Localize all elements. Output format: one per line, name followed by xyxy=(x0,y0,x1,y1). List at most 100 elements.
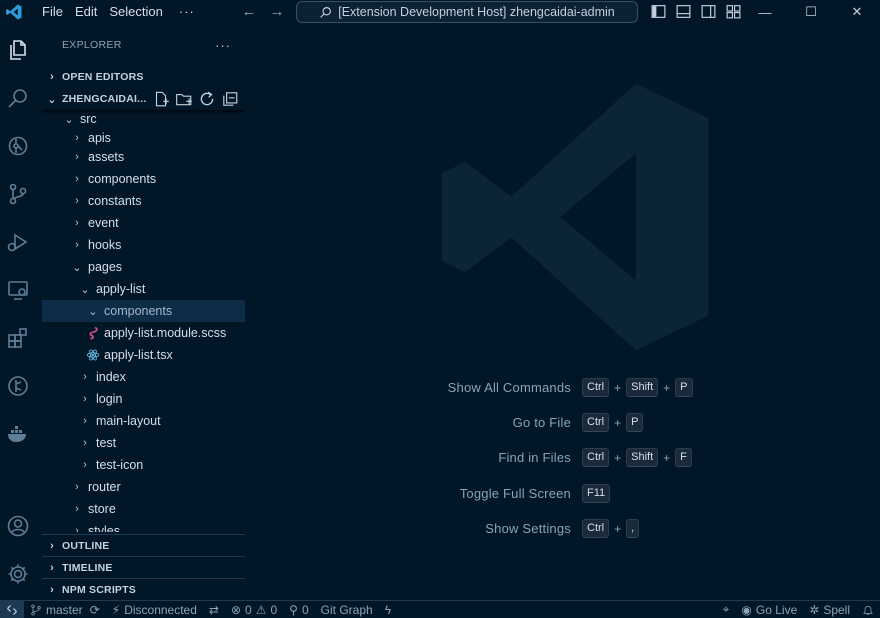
broadcast-icon: ◉ xyxy=(741,602,752,617)
spell-gear-icon: ✲ xyxy=(809,602,820,617)
shortcut-hint[interactable]: Toggle Full Screen F11 xyxy=(245,484,880,504)
toggle-panel-icon[interactable] xyxy=(675,3,692,20)
problems-item[interactable]: ⊗ 0 ⚠ 0 xyxy=(225,603,283,617)
collapse-all-icon[interactable] xyxy=(221,90,239,108)
notifications-item[interactable] xyxy=(856,604,880,616)
tree-item[interactable]: › components xyxy=(42,168,245,190)
tree-item-label: components xyxy=(104,304,173,318)
tree-item-label: store xyxy=(88,502,116,516)
go-live-item[interactable]: ◉ Go Live xyxy=(735,603,803,617)
remote-indicator-icon[interactable] xyxy=(0,600,24,618)
search-icon[interactable] xyxy=(4,84,32,112)
chevron-right-icon: › xyxy=(50,540,54,552)
open-editors-label: OPEN EDITORS xyxy=(62,71,144,83)
tree-item-label: apis xyxy=(88,131,111,145)
command-center-search[interactable]: [Extension Development Host] zhengcaidai… xyxy=(296,1,638,23)
keycap: Shift xyxy=(626,448,659,467)
tree-item[interactable]: › index xyxy=(42,366,245,388)
sync-icon[interactable]: ⟳ xyxy=(90,603,100,617)
chevron-right-icon: › xyxy=(75,503,79,515)
tree-item-label: assets xyxy=(88,150,125,164)
tree-item[interactable]: › store xyxy=(42,498,245,520)
tree-item[interactable]: › main-layout xyxy=(42,410,245,432)
forward-arrow-icon[interactable]: → xyxy=(268,3,286,20)
source-control-icon[interactable] xyxy=(4,180,32,208)
chevron-right-icon: › xyxy=(50,71,54,83)
react-file-icon xyxy=(86,348,100,362)
tree-item[interactable]: apply-list.module.scss xyxy=(42,322,245,344)
project-actions xyxy=(152,90,245,108)
tree-item-label: test xyxy=(96,436,117,450)
remote-explorer-icon[interactable] xyxy=(4,276,32,304)
account-icon[interactable] xyxy=(4,512,32,540)
open-editors-section[interactable]: › OPEN EDITORS xyxy=(42,66,245,88)
shortcut-hint[interactable]: Show All Commands Ctrl + Shift + P xyxy=(245,378,880,398)
tree-item[interactable]: ⌄ pages xyxy=(42,256,245,278)
tree-item[interactable]: › test xyxy=(42,432,245,454)
tree-item[interactable]: › styles xyxy=(42,520,245,532)
chevron-down-icon: ⌄ xyxy=(72,261,82,274)
project-section[interactable]: ⌄ ZHENGCAIDAI... xyxy=(42,88,245,110)
status-right: ⌖ ◉ Go Live ✲ Spell xyxy=(717,602,880,617)
npm-scripts-section[interactable]: › NPM SCRIPTS xyxy=(42,578,245,601)
tree-item[interactable]: › assets xyxy=(42,146,245,168)
tree-item[interactable]: ⌄ apply-list xyxy=(42,278,245,300)
live-share-icon: ⇄ xyxy=(208,602,219,617)
live-share-item[interactable]: ⇄ xyxy=(203,603,225,617)
tree-item[interactable]: › router xyxy=(42,476,245,498)
manage-gear-icon[interactable] xyxy=(4,560,32,588)
tree-item[interactable]: › constants xyxy=(42,190,245,212)
menu-more[interactable]: ··· xyxy=(169,0,201,24)
toggle-secondary-sidebar-icon[interactable] xyxy=(700,3,717,20)
extensions-icon[interactable] xyxy=(4,324,32,352)
customize-layout-icon[interactable] xyxy=(725,3,742,20)
new-file-icon[interactable] xyxy=(152,90,170,108)
maximize-button[interactable]: ☐ xyxy=(788,0,834,24)
source-control-search-icon[interactable] xyxy=(4,132,32,160)
tree-item[interactable]: › login xyxy=(42,388,245,410)
menu-file[interactable]: File xyxy=(36,0,69,24)
connection-item[interactable]: ⚡︎ Disconnected xyxy=(106,603,203,617)
sidebar-more-button[interactable]: ··· xyxy=(215,38,231,53)
chevron-right-icon: › xyxy=(75,151,79,163)
chevron-right-icon: › xyxy=(75,481,79,493)
chevron-right-icon: › xyxy=(75,132,79,144)
branch-item[interactable]: master ⟳ xyxy=(24,603,106,617)
tree-item[interactable]: › apis xyxy=(42,130,245,146)
chevron-right-icon: › xyxy=(83,393,87,405)
outline-section[interactable]: › OUTLINE xyxy=(42,534,245,557)
lightning-item[interactable]: ϟ xyxy=(379,603,397,617)
shortcut-hint[interactable]: Find in Files Ctrl + Shift + F xyxy=(245,448,880,468)
new-folder-icon[interactable] xyxy=(175,90,193,108)
explorer-sidebar: EXPLORER ··· › OPEN EDITORS ⌄ ZHENGCAIDA… xyxy=(42,24,245,600)
shortcut-hint[interactable]: Show Settings Ctrl +, xyxy=(245,519,880,539)
tree-item[interactable]: apply-list.tsx xyxy=(42,344,245,366)
target-item[interactable]: ⌖ xyxy=(717,602,736,617)
close-button[interactable]: ✕ xyxy=(834,0,880,24)
docker-icon[interactable] xyxy=(4,420,32,448)
connection-status: Disconnected xyxy=(124,602,197,617)
timeline-section[interactable]: › TIMELINE xyxy=(42,556,245,579)
explorer-icon[interactable] xyxy=(4,36,32,64)
shortcut-label: Go to File xyxy=(512,415,571,430)
git-graph-icon[interactable] xyxy=(4,372,32,400)
keycap: Shift xyxy=(626,378,659,397)
shortcut-hint[interactable]: Go to File Ctrl + P xyxy=(245,413,880,433)
git-graph-item[interactable]: Git Graph xyxy=(315,603,379,617)
shortcut-label: Toggle Full Screen xyxy=(459,486,571,501)
spell-item[interactable]: ✲ Spell xyxy=(803,603,856,617)
chevron-down-icon: ⌄ xyxy=(47,93,57,106)
shortcut-label: Show All Commands xyxy=(447,380,571,395)
tree-item[interactable]: › event xyxy=(42,212,245,234)
menu-edit[interactable]: Edit xyxy=(69,0,103,24)
menu-selection[interactable]: Selection xyxy=(103,0,168,24)
ports-item[interactable]: ⚲ 0 xyxy=(283,603,314,617)
tree-item[interactable]: › hooks xyxy=(42,234,245,256)
run-debug-icon[interactable] xyxy=(4,228,32,256)
toggle-primary-sidebar-icon[interactable] xyxy=(650,3,667,20)
tree-item[interactable]: ⌄ components xyxy=(42,300,245,322)
refresh-icon[interactable] xyxy=(198,90,216,108)
back-arrow-icon[interactable]: ← xyxy=(240,3,258,20)
minimize-button[interactable]: — xyxy=(742,0,788,24)
tree-item[interactable]: › test-icon xyxy=(42,454,245,476)
